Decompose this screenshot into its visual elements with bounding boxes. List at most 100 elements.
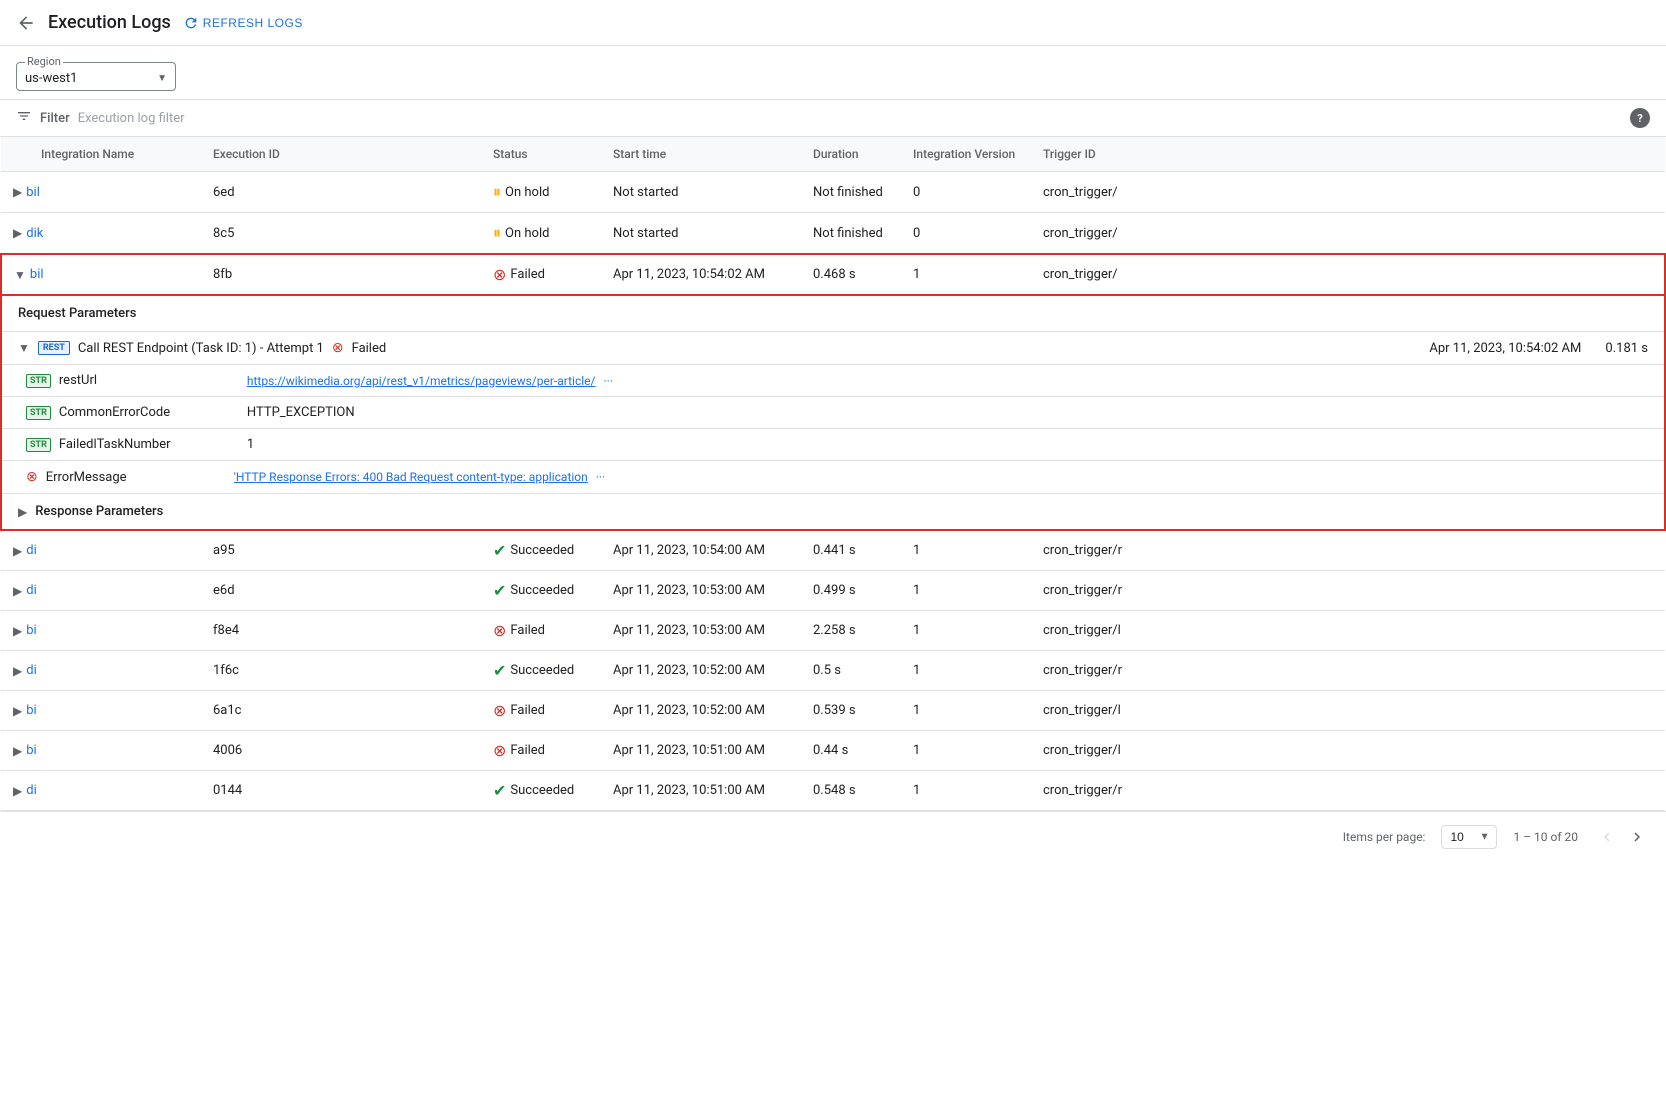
row-collapse-icon[interactable]: ▼ — [14, 268, 26, 282]
response-params-label: Response Parameters — [35, 504, 163, 519]
version-cell: 1 — [901, 254, 1031, 295]
execution-id-cell: 6ed — [201, 172, 481, 213]
param-value-errorcode: HTTP_EXCEPTION — [247, 405, 355, 420]
expanded-param-row: STR CommonErrorCode HTTP_EXCEPTION — [1, 397, 1665, 429]
page-title: Execution Logs — [48, 12, 171, 33]
row-expand-icon[interactable]: ▶ — [13, 624, 22, 638]
integration-link[interactable]: di — [26, 543, 37, 558]
integration-link[interactable]: bil — [30, 267, 44, 282]
integration-link[interactable]: bi — [26, 743, 36, 758]
param-value-resturl[interactable]: https://wikimedia.org/api/rest_v1/metric… — [247, 374, 596, 388]
param-value-tasknumber: 1 — [247, 437, 254, 452]
duration-cell: 0.499 s — [801, 571, 901, 611]
ellipsis-icon-errormsg[interactable]: ··· — [596, 470, 605, 484]
col-header-execution: Execution ID — [201, 137, 481, 172]
table-row: ▶ di 1f6c ✔ Succeeded Apr 11, 2023, 10:5… — [1, 651, 1665, 691]
rest-row-duration: 0.181 s — [1605, 341, 1648, 356]
integration-link[interactable]: bi — [26, 623, 36, 638]
status-cell: ⊗ Failed — [481, 691, 601, 731]
trigger-cell: cron_trigger/r — [1031, 571, 1665, 611]
starttime-cell: Apr 11, 2023, 10:52:00 AM — [601, 651, 801, 691]
param-value-errormsg[interactable]: 'HTTP Response Errors: 400 Bad Request c… — [234, 470, 588, 484]
error-indicator-icon: ⊗ — [26, 469, 38, 485]
trigger-cell: cron_trigger/r — [1031, 530, 1665, 571]
row-expand-icon[interactable]: ▶ — [13, 784, 22, 798]
col-header-integration: Integration Name — [1, 137, 201, 172]
rest-row-collapse-icon[interactable]: ▼ — [18, 341, 30, 355]
trigger-cell: cron_trigger/ — [1031, 172, 1665, 213]
request-params-label: Request Parameters — [18, 306, 136, 321]
filter-input[interactable]: Execution log filter — [78, 111, 1622, 126]
integration-link[interactable]: dik — [26, 226, 43, 241]
per-page-select[interactable]: 5 10 25 50 — [1441, 825, 1497, 849]
table-row: ▶ di 0144 ✔ Succeeded Apr 11, 2023, 10:5… — [1, 771, 1665, 811]
starttime-cell: Apr 11, 2023, 10:53:00 AM — [601, 611, 801, 651]
integration-link[interactable]: di — [26, 663, 37, 678]
pagination-prev-button[interactable] — [1594, 824, 1620, 850]
starttime-cell: Not started — [601, 172, 801, 213]
pagination-nav — [1594, 824, 1650, 850]
integration-link[interactable]: bil — [26, 185, 40, 200]
execution-id-cell: 1f6c — [201, 651, 481, 691]
region-select[interactable]: us-west1 ▼ — [25, 67, 167, 86]
trigger-cell: cron_trigger/l — [1031, 731, 1665, 771]
region-value: us-west1 — [25, 71, 77, 86]
row-expand-icon[interactable]: ▶ — [13, 704, 22, 718]
duration-cell: Not finished — [801, 213, 901, 255]
row-expand-icon[interactable]: ▶ — [13, 664, 22, 678]
response-expand-icon[interactable]: ▶ — [18, 505, 27, 519]
trigger-cell: cron_trigger/l — [1031, 691, 1665, 731]
row-expand-icon[interactable]: ▶ — [13, 744, 22, 758]
table-row: ▶ di e6d ✔ Succeeded Apr 11, 2023, 10:53… — [1, 571, 1665, 611]
succeeded-icon: ✔ — [493, 581, 506, 600]
filter-bar: Filter Execution log filter ? — [0, 99, 1666, 137]
row-expand-icon[interactable]: ▶ — [13, 544, 22, 558]
status-cell: ✔ Succeeded — [481, 651, 601, 691]
integration-link[interactable]: di — [26, 583, 37, 598]
table-row-expanded: ▼ bil 8fb ⊗ Failed Apr 11, 2023, 10:54:0… — [1, 254, 1665, 295]
integration-cell: ▶ bi — [1, 731, 201, 771]
refresh-button[interactable]: REFRESH LOGS — [183, 15, 303, 31]
duration-cell: 0.539 s — [801, 691, 901, 731]
param-key-tasknumber: FailedlTaskNumber — [59, 437, 239, 452]
col-header-status: Status — [481, 137, 601, 172]
version-cell: 1 — [901, 691, 1031, 731]
duration-cell: 2.258 s — [801, 611, 901, 651]
status-cell: ⊗ Failed — [481, 731, 601, 771]
starttime-cell: Apr 11, 2023, 10:51:00 AM — [601, 731, 801, 771]
expanded-request-params-header-row: Request Parameters — [1, 295, 1665, 332]
duration-cell: 0.5 s — [801, 651, 901, 691]
version-cell: 0 — [901, 172, 1031, 213]
integration-link[interactable]: di — [26, 783, 37, 798]
expanded-response-params-row: ▶ Response Parameters — [1, 494, 1665, 531]
rest-row-status: Failed — [352, 341, 387, 356]
back-button[interactable] — [16, 13, 36, 33]
row-expand-icon[interactable]: ▶ — [13, 584, 22, 598]
refresh-label: REFRESH LOGS — [203, 16, 303, 30]
version-cell: 1 — [901, 571, 1031, 611]
pagination-next-button[interactable] — [1624, 824, 1650, 850]
help-icon[interactable]: ? — [1630, 108, 1650, 128]
str-type-badge-3: STR — [26, 438, 51, 452]
duration-cell: Not finished — [801, 172, 901, 213]
duration-cell: 0.468 s — [801, 254, 901, 295]
execution-id-cell: 6a1c — [201, 691, 481, 731]
row-expand-icon[interactable]: ▶ — [13, 185, 22, 199]
ellipsis-icon-resturl[interactable]: ··· — [603, 374, 612, 388]
starttime-cell: Apr 11, 2023, 10:51:00 AM — [601, 771, 801, 811]
status-cell: ⏸ On hold — [481, 172, 601, 213]
rest-row-label: Call REST Endpoint (Task ID: 1) - Attemp… — [78, 341, 324, 356]
region-select-wrapper[interactable]: Region us-west1 ▼ — [16, 62, 176, 91]
filter-label: Filter — [40, 111, 70, 126]
integration-link[interactable]: bi — [26, 703, 36, 718]
failed-icon: ⊗ — [493, 701, 506, 720]
onhold-icon: ⏸ — [493, 223, 501, 243]
filter-icon — [16, 108, 32, 128]
integration-cell: ▼ bil — [1, 254, 201, 295]
row-expand-icon[interactable]: ▶ — [13, 226, 22, 240]
table-row: ▶ dik 8c5 ⏸ On hold Not started Not fini… — [1, 213, 1665, 255]
integration-cell: ▶ di — [1, 651, 201, 691]
execution-id-cell: e6d — [201, 571, 481, 611]
integration-cell: ▶ bi — [1, 691, 201, 731]
region-section: Region us-west1 ▼ — [0, 46, 1666, 99]
